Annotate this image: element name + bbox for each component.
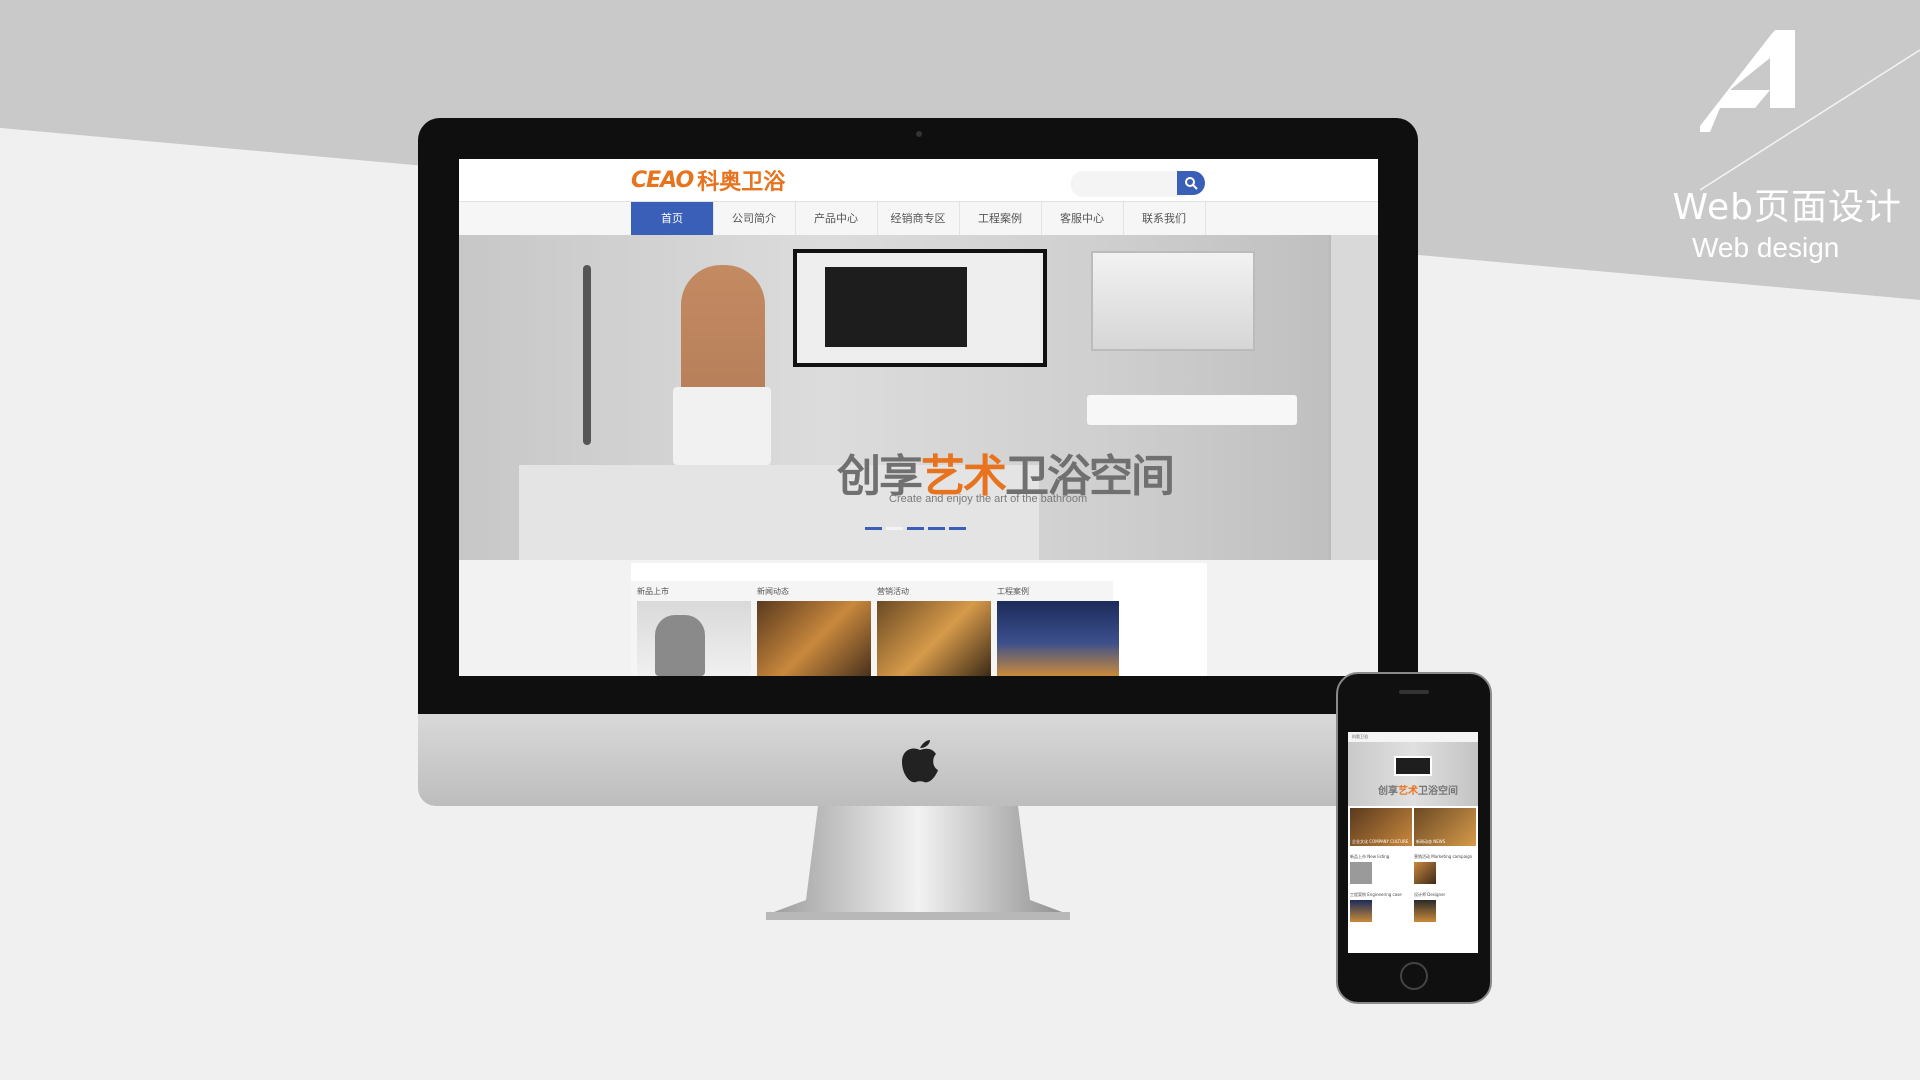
mobile-section-image[interactable] (1350, 900, 1372, 922)
hero-shower (583, 265, 591, 445)
nav-item-about[interactable]: 公司简介 (713, 202, 796, 236)
iphone-home-button[interactable] (1400, 962, 1428, 990)
card-marketing[interactable]: 营销活动 (871, 581, 999, 676)
mobile-section-title: 营销活动 Marketing campaign (1414, 854, 1473, 859)
slider-dot[interactable] (907, 527, 924, 530)
imac-camera (916, 131, 922, 137)
mobile-section-title: 设计师 Designer (1414, 892, 1446, 897)
mobile-section-image[interactable] (1414, 900, 1436, 922)
hero-mirror (1091, 251, 1255, 351)
mobile-section-image[interactable] (1350, 862, 1372, 884)
hero-door (1329, 235, 1378, 560)
mobile-section-title: 新品上市 New listing (1350, 854, 1390, 859)
hero-basin (1087, 395, 1297, 425)
imac-screen: CEAO 科奥卫浴 首页 公司简介 产品中心 经销商专区 工程案例 客服中心 联… (459, 159, 1378, 676)
slider-dot[interactable] (928, 527, 945, 530)
site-logo[interactable]: CEAO 科奥卫浴 (631, 165, 786, 196)
search-button[interactable] (1177, 171, 1205, 195)
feature-cards: 新品上市 新闻动态 营销活动 工程案例 (631, 563, 1207, 676)
site-header: CEAO 科奥卫浴 (459, 159, 1378, 201)
hero-tv (793, 249, 1047, 367)
nav-item-service[interactable]: 客服中心 (1041, 202, 1124, 236)
card-projects[interactable]: 工程案例 (991, 581, 1119, 676)
slider-dot[interactable] (865, 527, 882, 530)
card-image (637, 601, 759, 676)
mobile-section-image[interactable] (1414, 862, 1436, 884)
slider-dots (865, 527, 966, 530)
hero-banner[interactable]: 创享艺术卫浴空间 Create and enjoy the art of the… (459, 235, 1378, 560)
logo-text-en: CEAO (631, 167, 694, 193)
caption-title-en: Web design (1692, 232, 1840, 263)
search-icon (1185, 177, 1198, 190)
mobile-section-title: 工程案例 Engineering case (1350, 892, 1402, 897)
hero-slogan-en: Create and enjoy the art of the bathroom (889, 493, 1088, 505)
nav-item-contact[interactable]: 联系我们 (1123, 202, 1206, 236)
mobile-thumb-news[interactable]: 新闻动态 NEWS (1414, 808, 1476, 846)
logo-text-cn: 科奥卫浴 (697, 170, 786, 195)
brand-streak (1700, 49, 1920, 191)
main-nav: 首页 公司简介 产品中心 经销商专区 工程案例 客服中心 联系我们 (459, 201, 1378, 237)
iphone-speaker (1399, 690, 1429, 694)
mobile-header: 科奥卫浴 (1348, 732, 1478, 742)
mobile-hero-slogan: 创享艺术卫浴空间 (1378, 786, 1458, 797)
mobile-hero[interactable]: 创享艺术卫浴空间 (1348, 742, 1478, 806)
mobile-hero-tv (1394, 756, 1432, 776)
caption-title-cn: Web页面设计 (1672, 187, 1902, 228)
card-image (757, 601, 879, 676)
slider-dot[interactable] (949, 527, 966, 530)
search-input[interactable] (1071, 171, 1185, 197)
mobile-header-title: 科奥卫浴 (1352, 734, 1368, 739)
apple-logo-icon (902, 740, 938, 783)
hero-towel (673, 387, 771, 465)
nav-item-projects[interactable]: 工程案例 (959, 202, 1042, 236)
slider-dot-active[interactable] (886, 527, 903, 530)
mobile-thumb-culture[interactable]: 企业文化 COMPANY CULTURE (1350, 808, 1412, 846)
card-image (997, 601, 1119, 676)
card-new-products[interactable]: 新品上市 (631, 581, 759, 676)
nav-item-home[interactable]: 首页 (631, 202, 714, 236)
card-news[interactable]: 新闻动态 (751, 581, 879, 676)
nav-item-products[interactable]: 产品中心 (795, 202, 878, 236)
iphone-screen: 科奥卫浴 创享艺术卫浴空间 企业文化 COMPANY CULTURE 新闻动态 … (1348, 732, 1478, 953)
card-image (877, 601, 999, 676)
nav-item-dealers[interactable]: 经销商专区 (877, 202, 960, 236)
